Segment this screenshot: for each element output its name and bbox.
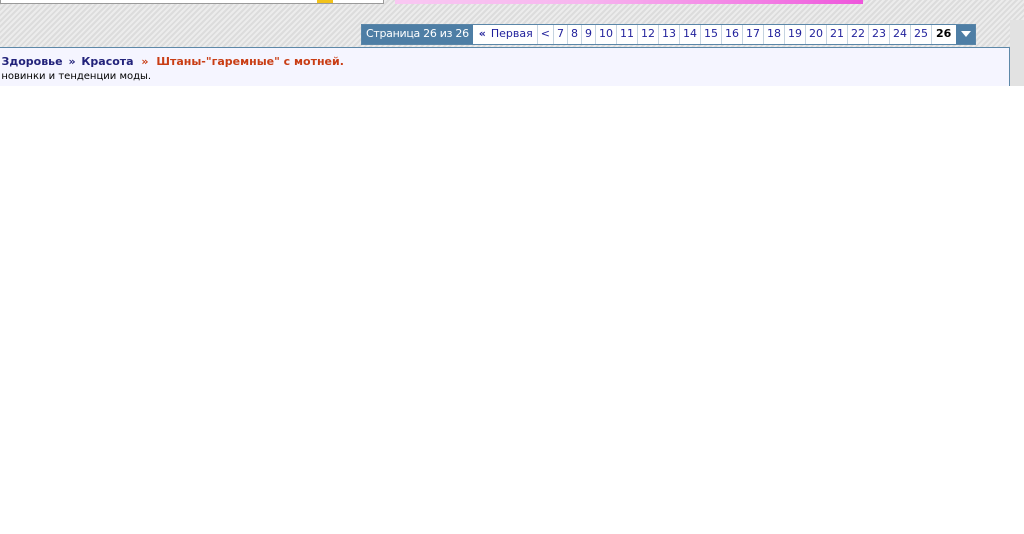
page-link[interactable]: 13 [657, 25, 679, 44]
page-count-label: Страница 26 из 26 [362, 25, 474, 44]
page-link[interactable]: 10 [594, 25, 616, 44]
page-edge-scroll [1010, 20, 1024, 86]
first-page-label: Первая [490, 27, 533, 40]
first-page-link[interactable]: « Первая [474, 25, 537, 44]
page-link[interactable]: 18 [762, 25, 784, 44]
page-link[interactable]: 11 [615, 25, 637, 44]
forum-description: , новинки и тенденции моды. [0, 71, 152, 82]
banner-ad-edge[interactable] [395, 0, 863, 4]
page-link[interactable]: 21 [825, 25, 847, 44]
pagination: Страница 26 из 26 «Первая < 7 8 9 10 11 … [361, 24, 977, 45]
chevron-down-icon[interactable] [955, 25, 976, 44]
first-page-symbol: « [478, 27, 486, 40]
breadcrumb-item-beauty[interactable]: Красота [81, 55, 133, 68]
page-link[interactable]: 7 [552, 25, 567, 44]
page-link[interactable]: 9 [580, 25, 595, 44]
page-link[interactable]: 12 [636, 25, 658, 44]
current-page: 26 [930, 25, 955, 44]
page-link[interactable]: 16 [720, 25, 742, 44]
page-link[interactable]: 22 [846, 25, 868, 44]
breadcrumb-panel: и Здоровье » Красота » Штаны-"гаремные" … [0, 47, 1010, 86]
page-link[interactable]: 14 [678, 25, 700, 44]
page-link[interactable]: 20 [804, 25, 826, 44]
page-link[interactable]: 23 [867, 25, 889, 44]
thread-title: Штаны-"гаремные" с мотней. [156, 55, 344, 68]
breadcrumb: и Здоровье » Красота » Штаны-"гаремные" … [0, 55, 344, 68]
breadcrumb-item-health[interactable]: и Здоровье [0, 55, 63, 68]
page-link[interactable]: 8 [566, 25, 581, 44]
page-link[interactable]: 15 [699, 25, 721, 44]
page-link[interactable]: 24 [888, 25, 910, 44]
search-box-edge[interactable] [0, 0, 384, 4]
breadcrumb-separator: » [141, 55, 149, 68]
page-link[interactable]: 17 [741, 25, 763, 44]
prev-page-link[interactable]: < [536, 25, 553, 44]
page-link[interactable]: 19 [783, 25, 805, 44]
search-button-edge[interactable] [317, 0, 333, 3]
breadcrumb-separator: » [68, 55, 76, 68]
page-link[interactable]: 25 [909, 25, 931, 44]
